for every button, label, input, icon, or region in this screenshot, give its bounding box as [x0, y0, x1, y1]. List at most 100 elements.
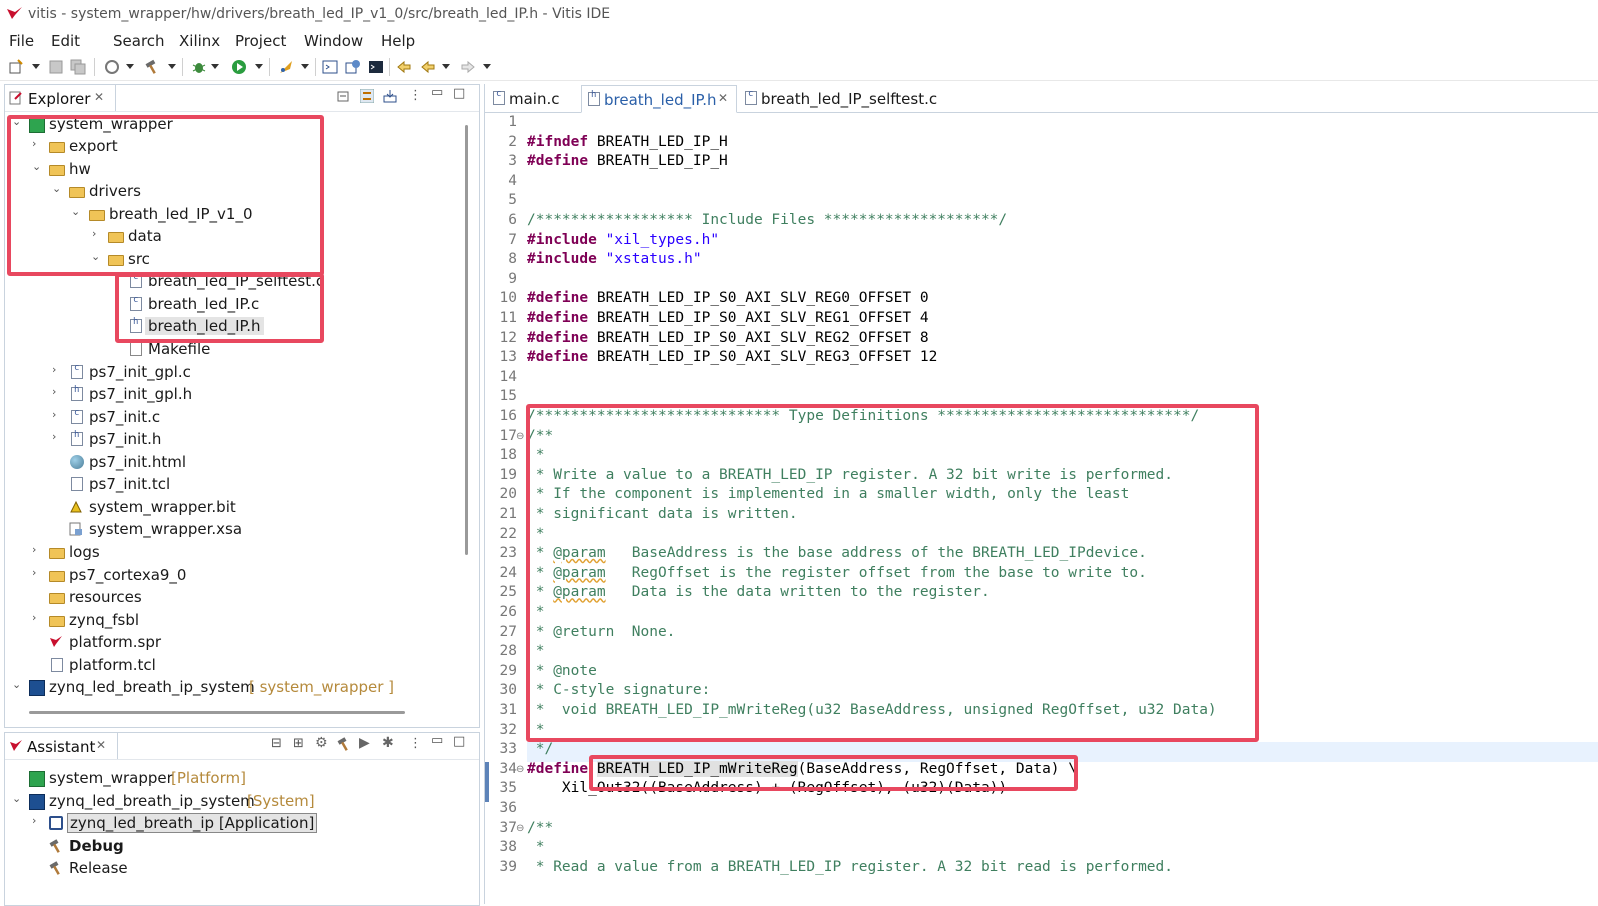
- chevron-right-icon[interactable]: ›: [52, 385, 64, 398]
- xsct-console-icon[interactable]: [345, 59, 361, 75]
- chevron-down-icon[interactable]: ⌄: [12, 678, 24, 691]
- chevron-right-icon[interactable]: ›: [32, 611, 44, 624]
- chevron-right-icon[interactable]: ›: [52, 408, 64, 421]
- code-line: #define BREATH_LED_IP_H: [527, 153, 728, 170]
- run-dropdown-icon[interactable]: [255, 64, 263, 69]
- line-number: 9: [508, 270, 517, 287]
- assistant-tab[interactable]: Assistant ✕: [5, 733, 118, 759]
- debug-icon[interactable]: [191, 59, 207, 75]
- tab-breath-led-ip-selftest-c[interactable]: breath_led_IP_selftest.c: [739, 85, 939, 111]
- terminal-icon[interactable]: [322, 59, 338, 75]
- build-dropdown-icon[interactable]: [168, 64, 176, 69]
- new-dropdown-icon[interactable]: [32, 64, 40, 69]
- last-edit-icon[interactable]: [396, 59, 412, 75]
- editor-tab-bar: main.c breath_led_IP.h ✕ breath_led_IP_s…: [485, 84, 1598, 113]
- tree-label: export: [69, 137, 118, 155]
- menu-file[interactable]: File: [9, 32, 34, 50]
- chevron-right-icon[interactable]: ›: [92, 227, 104, 240]
- explorer-tab[interactable]: Explorer ✕: [5, 85, 116, 111]
- line-number: 24: [499, 564, 517, 581]
- folder-icon: [69, 187, 85, 198]
- menu-edit[interactable]: Edit: [51, 32, 80, 50]
- maximize-icon[interactable]: □: [453, 86, 465, 101]
- minimize-icon[interactable]: ▭: [431, 733, 443, 748]
- horizontal-scrollbar[interactable]: [29, 711, 405, 714]
- chevron-right-icon[interactable]: ›: [32, 566, 44, 579]
- forward-dropdown-icon[interactable]: [483, 64, 491, 69]
- menu-search[interactable]: Search: [113, 32, 165, 50]
- chevron-right-icon[interactable]: ›: [32, 543, 44, 556]
- code-line: Xil_Out32((BaseAddress) + (RegOffset), (…: [527, 780, 1008, 797]
- run-icon[interactable]: [231, 59, 247, 75]
- forward-icon[interactable]: [460, 59, 476, 75]
- view-menu-icon[interactable]: ⋮: [409, 88, 422, 103]
- back-dropdown-icon[interactable]: [442, 64, 450, 69]
- run-icon[interactable]: ▶: [359, 735, 370, 751]
- c-file-icon: [493, 89, 505, 105]
- settings-gear-icon[interactable]: ⚙: [315, 735, 328, 751]
- code-line: #define BREATH_LED_IP_S0_AXI_SLV_REG2_OF…: [527, 329, 929, 346]
- vertical-scrollbar[interactable]: [465, 125, 468, 555]
- chevron-right-icon[interactable]: ›: [32, 814, 44, 827]
- save-all-icon[interactable]: [70, 59, 86, 75]
- save-icon[interactable]: [48, 59, 64, 75]
- close-icon[interactable]: ✕: [96, 738, 106, 752]
- code-line: #include "xil_types.h": [527, 231, 720, 248]
- fold-toggle-icon[interactable]: ⊖: [516, 431, 524, 442]
- h-file-icon: [130, 317, 142, 333]
- menu-project[interactable]: Project: [235, 32, 286, 50]
- program-dropdown-icon[interactable]: [301, 64, 309, 69]
- tree-label: breath_led_IP.c: [148, 295, 260, 313]
- chevron-down-icon[interactable]: ⌄: [32, 160, 44, 173]
- build-target-icon[interactable]: [104, 59, 120, 75]
- line-number: 33: [499, 741, 517, 758]
- tree-label: ps7_init.h: [89, 430, 162, 448]
- link-with-editor-icon[interactable]: [360, 89, 374, 103]
- new-icon[interactable]: [8, 59, 24, 75]
- code-line: * C-style signature:: [527, 682, 711, 699]
- expand-icon[interactable]: ⊞: [293, 736, 304, 751]
- fold-toggle-icon[interactable]: ⊖: [516, 823, 524, 834]
- chevron-down-icon[interactable]: ⌄: [91, 250, 103, 263]
- code-line: * void BREATH_LED_IP_mWriteReg(u32 BaseA…: [527, 702, 1217, 718]
- debug-icon[interactable]: ✱: [382, 735, 394, 751]
- code-area[interactable]: #ifndef BREATH_LED_IP_H #define BREATH_LE…: [527, 114, 1598, 904]
- tab-breath-led-ip-h[interactable]: breath_led_IP.h ✕: [581, 85, 737, 113]
- tree-label: system_wrapper.bit: [89, 498, 236, 516]
- chevron-down-icon[interactable]: ⌄: [12, 115, 24, 128]
- menu-bar: File Edit Search Xilinx Project Window H…: [0, 28, 1598, 52]
- debug-dropdown-icon[interactable]: [211, 64, 219, 69]
- tab-main-c[interactable]: main.c: [487, 85, 579, 111]
- hammer-build-icon[interactable]: [337, 737, 351, 751]
- chevron-right-icon[interactable]: ›: [32, 137, 44, 150]
- line-number: 7: [508, 231, 517, 248]
- code-line: /**************************** Type Defin…: [527, 408, 1200, 424]
- collapse-icon[interactable]: ⊟: [271, 736, 282, 751]
- chevron-down-icon[interactable]: ⌄: [12, 792, 24, 805]
- explorer-panel: Explorer ✕ ⋮ ▭ □ ⌄ system_wrapper › expo…: [4, 84, 480, 728]
- menu-window[interactable]: Window: [304, 32, 363, 50]
- minimize-icon[interactable]: ▭: [431, 85, 443, 100]
- tree-label: ps7_init.html: [89, 453, 187, 471]
- collapse-all-icon[interactable]: [337, 89, 351, 103]
- program-fpga-icon[interactable]: [278, 59, 294, 75]
- fold-toggle-icon[interactable]: ⊖: [516, 764, 524, 775]
- import-icon[interactable]: [383, 89, 397, 103]
- maximize-icon[interactable]: □: [453, 734, 465, 749]
- hammer-build-icon[interactable]: [144, 59, 160, 75]
- menu-help[interactable]: Help: [381, 32, 415, 50]
- tree-label-selected: breath_led_IP.h: [145, 317, 264, 335]
- console-icon[interactable]: [368, 59, 384, 75]
- chevron-down-icon[interactable]: ⌄: [52, 182, 64, 195]
- close-icon[interactable]: ✕: [94, 90, 104, 104]
- chevron-down-icon[interactable]: ⌄: [71, 205, 83, 218]
- vitis-logo-icon: [10, 740, 22, 751]
- build-target-dropdown-icon[interactable]: [126, 64, 134, 69]
- back-icon[interactable]: [420, 59, 436, 75]
- chevron-right-icon[interactable]: ›: [52, 430, 64, 443]
- system-icon: [29, 794, 45, 810]
- chevron-right-icon[interactable]: ›: [52, 363, 64, 376]
- menu-xilinx[interactable]: Xilinx: [179, 32, 220, 50]
- view-menu-icon[interactable]: ⋮: [409, 736, 422, 751]
- close-icon[interactable]: ✕: [718, 91, 728, 105]
